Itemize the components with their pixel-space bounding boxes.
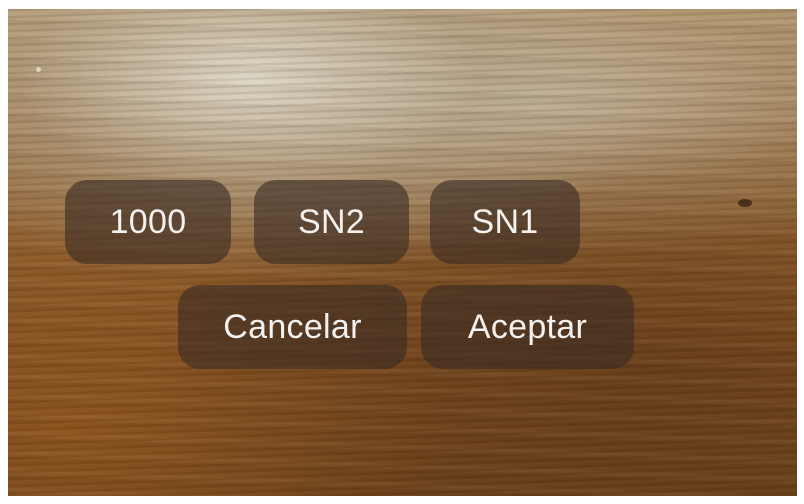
camera-view: 1000 SN2 SN1 Cancelar Aceptar [8,9,797,496]
cancel-button[interactable]: Cancelar [178,285,407,369]
option-button-sn1[interactable]: SN1 [430,180,580,264]
accept-button[interactable]: Aceptar [421,285,634,369]
option-button-sn2[interactable]: SN2 [254,180,409,264]
surface-speck [36,67,41,72]
surface-speck [738,199,752,207]
option-button-1000[interactable]: 1000 [65,180,231,264]
